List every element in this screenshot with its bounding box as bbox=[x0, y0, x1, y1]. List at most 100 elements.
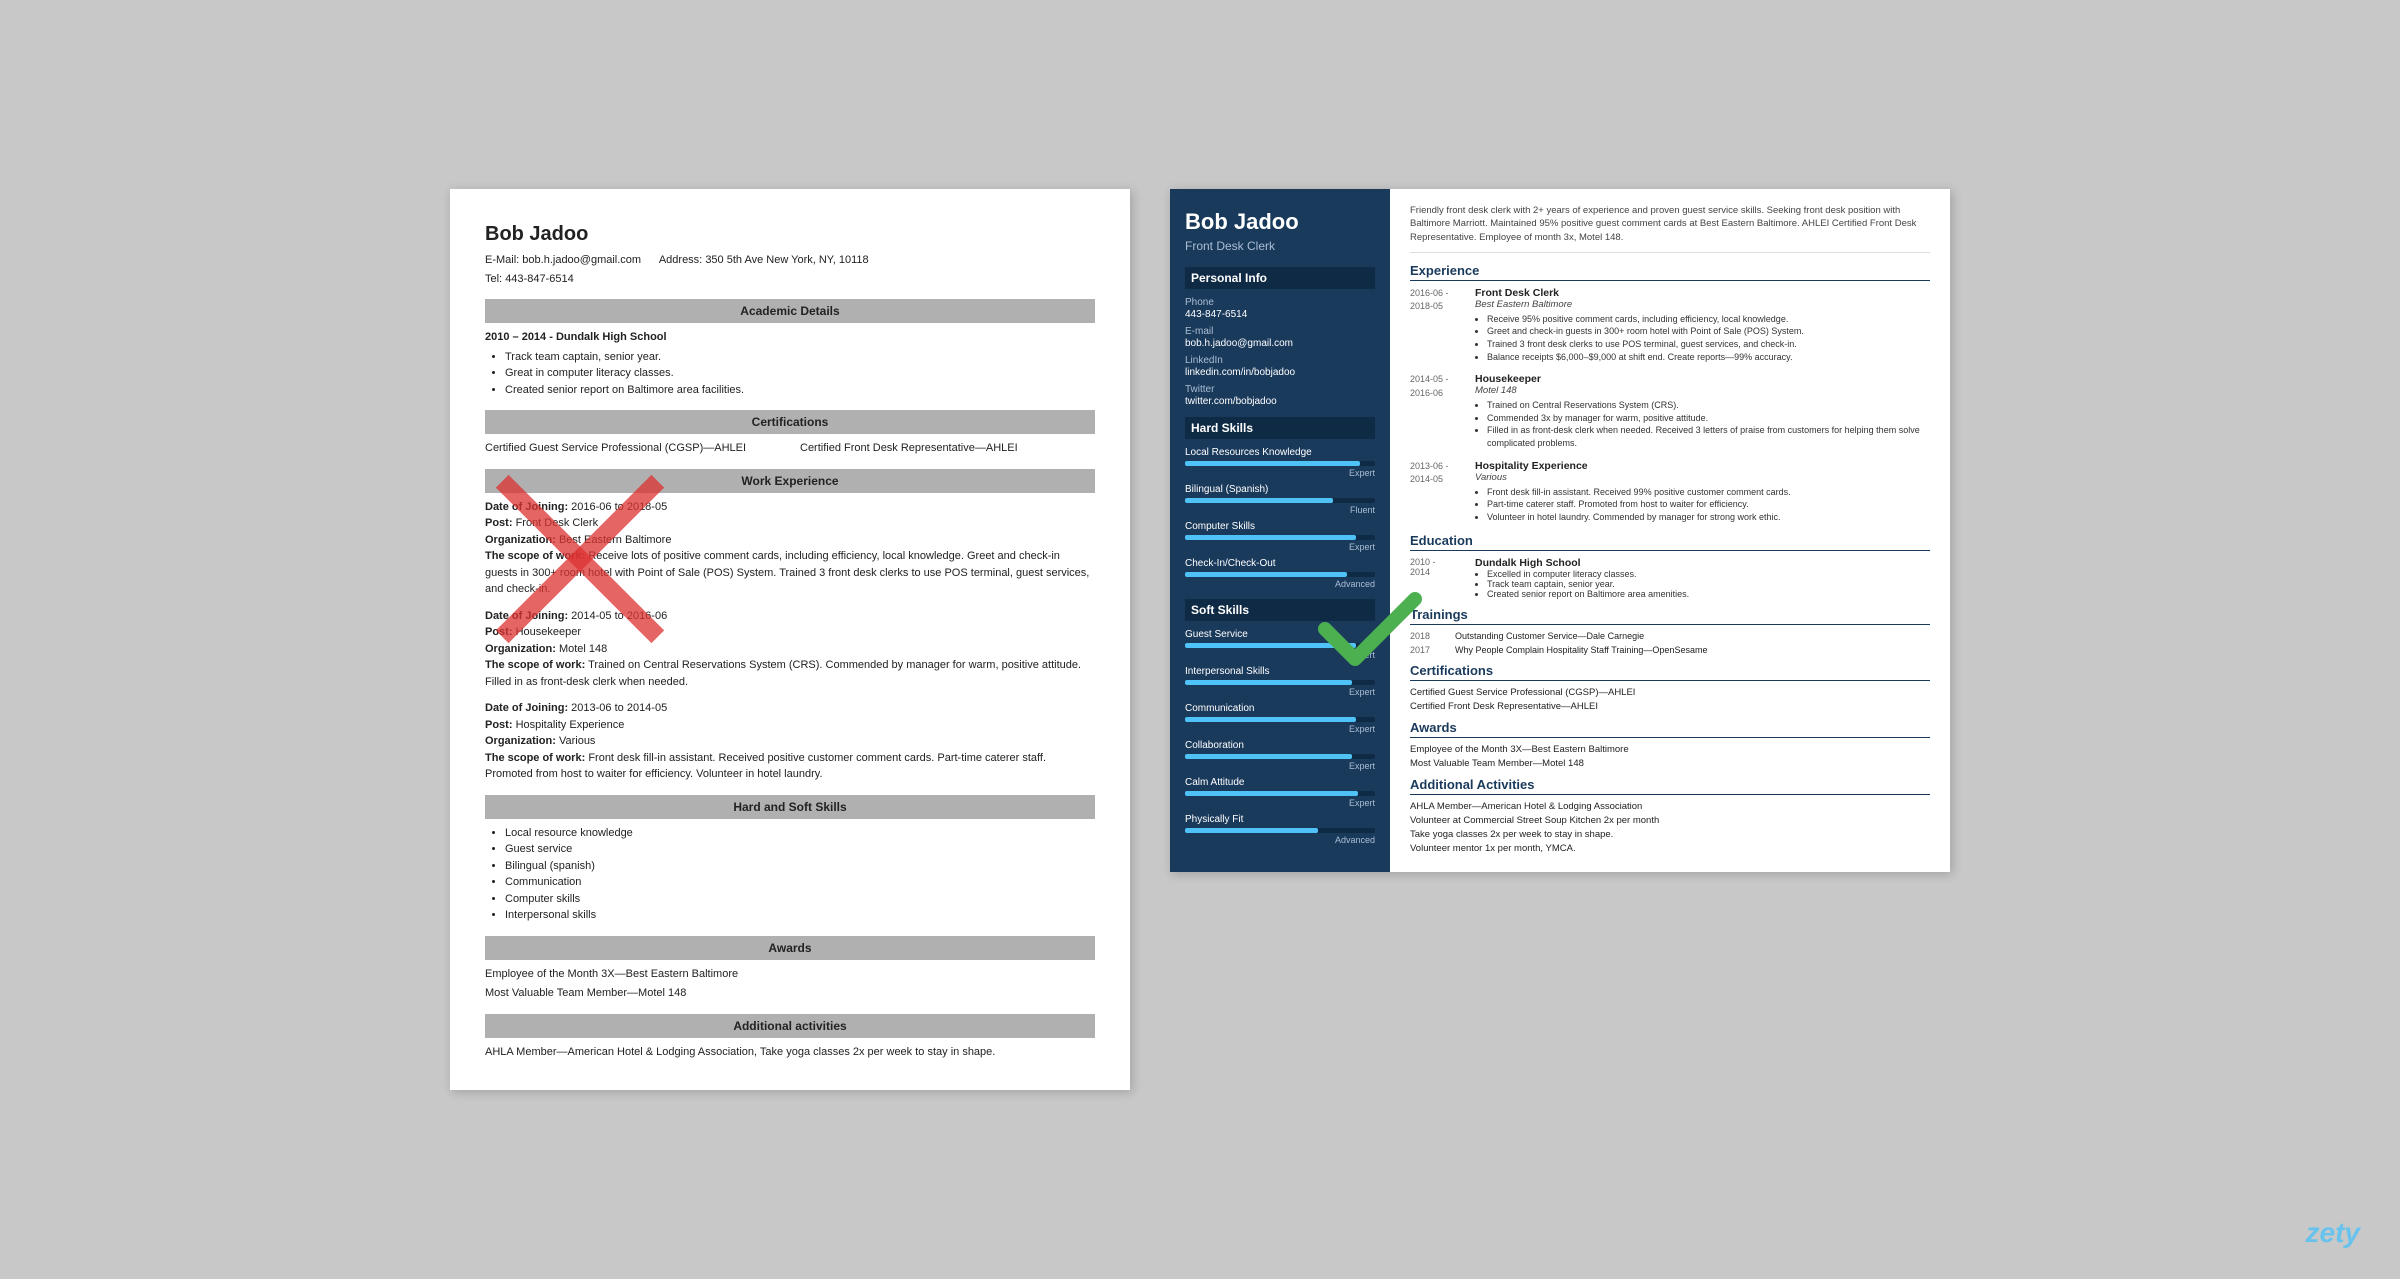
list-item: Guest service bbox=[505, 841, 1095, 858]
resume-sidebar: Bob Jadoo Front Desk Clerk Personal Info… bbox=[1170, 189, 1390, 872]
exp-dates-0: 2016-06 - 2018-05 bbox=[1410, 287, 1465, 363]
list-item: Volunteer in hotel laundry. Commended by… bbox=[1487, 511, 1791, 524]
edu-end-0: 2014 bbox=[1410, 567, 1430, 577]
company-2: Various bbox=[1475, 472, 1791, 483]
list-item: Front desk fill-in assistant. Received 9… bbox=[1487, 486, 1791, 499]
work-entry-2: Date of Joining: 2014-05 to 2016-06 Post… bbox=[485, 608, 1095, 691]
post-label: Post: bbox=[485, 517, 513, 529]
work-org-3: Organization: Various bbox=[485, 733, 1095, 750]
exp-dates-1: 2014-05 - 2016-06 bbox=[1410, 373, 1465, 449]
exp-end-1: 2016-06 bbox=[1410, 388, 1443, 398]
org-label: Organization: bbox=[485, 735, 556, 747]
list-item: Trained 3 front desk clerks to use POS t… bbox=[1487, 338, 1804, 351]
activity-item-2: Take yoga classes 2x per week to stay in… bbox=[1410, 829, 1930, 840]
activity-item-0: AHLA Member—American Hotel & Lodging Ass… bbox=[1410, 801, 1930, 812]
skill-bar-bg-8 bbox=[1185, 791, 1375, 796]
date-value: 2016-06 to 2018-05 bbox=[571, 501, 667, 513]
address-label: Address: bbox=[659, 254, 702, 266]
work-post-3: Post: Hospitality Experience bbox=[485, 717, 1095, 734]
training-year-1: 2017 bbox=[1410, 645, 1445, 655]
skill-name-1: Bilingual (Spanish) bbox=[1185, 484, 1375, 495]
additional-text: AHLA Member—American Hotel & Lodging Ass… bbox=[485, 1044, 1095, 1061]
certifications-title: Certifications bbox=[1410, 663, 1930, 681]
exp-bullets-1: Trained on Central Reservations System (… bbox=[1487, 399, 1930, 449]
work-org-1: Organization: Best Eastern Baltimore bbox=[485, 532, 1095, 549]
job-title-1: Housekeeper bbox=[1475, 373, 1930, 385]
exp-bullets-0: Receive 95% positive comment cards, incl… bbox=[1487, 313, 1804, 363]
training-entry-1: 2017 Why People Complain Hospitality Sta… bbox=[1410, 645, 1930, 655]
trainings-title: Trainings bbox=[1410, 607, 1930, 625]
list-item: Great in computer literacy classes. bbox=[505, 365, 1095, 382]
skill-bar-bg-5 bbox=[1185, 680, 1375, 685]
right-name: Bob Jadoo bbox=[1185, 209, 1375, 235]
skills-list: Local resource knowledge Guest service B… bbox=[505, 825, 1095, 924]
tel-value: 443-847-6514 bbox=[505, 273, 574, 285]
exp-details-1: Housekeeper Motel 148 Trained on Central… bbox=[1475, 373, 1930, 449]
skill-bar-bg-1 bbox=[1185, 498, 1375, 503]
activity-item-3: Volunteer mentor 1x per month, YMCA. bbox=[1410, 843, 1930, 854]
awards-header: Awards bbox=[485, 936, 1095, 960]
skill-bar-bg-2 bbox=[1185, 535, 1375, 540]
cert-item-0: Certified Guest Service Professional (CG… bbox=[1410, 687, 1930, 698]
cert2: Certified Front Desk Representative—AHLE… bbox=[800, 440, 1095, 457]
work-entry-1: Date of Joining: 2016-06 to 2018-05 Post… bbox=[485, 499, 1095, 598]
award-item-1: Most Valuable Team Member—Motel 148 bbox=[1410, 758, 1930, 769]
skill-name-3: Check-In/Check-Out bbox=[1185, 558, 1375, 569]
skill-name-7: Collaboration bbox=[1185, 740, 1375, 751]
address-value: 350 5th Ave New York, NY, 10118 bbox=[705, 254, 868, 266]
email-label: E-Mail: bbox=[485, 254, 519, 266]
list-item: Balance receipts $6,000–$9,000 at shift … bbox=[1487, 351, 1804, 364]
skill-name-9: Physically Fit bbox=[1185, 814, 1375, 825]
edu-entry-0: 2010 - 2014 Dundalk High School Excelled… bbox=[1410, 557, 1930, 599]
skill-bar-bg-3 bbox=[1185, 572, 1375, 577]
scope-label: The scope of work: bbox=[485, 659, 585, 671]
linkedin-label: LinkedIn bbox=[1185, 355, 1375, 366]
date-value: 2014-05 to 2016-06 bbox=[571, 610, 667, 622]
date-label: Date of Joining: bbox=[485, 610, 568, 622]
edu-details-0: Dundalk High School Excelled in computer… bbox=[1475, 557, 1689, 599]
right-title: Front Desk Clerk bbox=[1185, 239, 1375, 253]
exp-dates-2: 2013-06 - 2014-05 bbox=[1410, 460, 1465, 524]
training-year-0: 2018 bbox=[1410, 631, 1445, 641]
cert1: Certified Guest Service Professional (CG… bbox=[485, 440, 780, 457]
experience-title: Experience bbox=[1410, 263, 1930, 281]
work-date-1: Date of Joining: 2016-06 to 2018-05 bbox=[485, 499, 1095, 516]
academic-bullets: Track team captain, senior year. Great i… bbox=[505, 349, 1095, 399]
soft-skills-title: Soft Skills bbox=[1185, 599, 1375, 621]
skill-name-8: Calm Attitude bbox=[1185, 777, 1375, 788]
left-contact-email: E-Mail: bob.h.jadoo@gmail.com Address: 3… bbox=[485, 252, 1095, 269]
company-0: Best Eastern Baltimore bbox=[1475, 299, 1804, 310]
list-item: Track team captain, senior year. bbox=[505, 349, 1095, 366]
post-label: Post: bbox=[485, 719, 513, 731]
cert-header: Certifications bbox=[485, 410, 1095, 434]
skill-bar-fill-6 bbox=[1185, 717, 1356, 722]
skill-level-8: Expert bbox=[1185, 798, 1375, 808]
cert-item-1: Certified Front Desk Representative—AHLE… bbox=[1410, 701, 1930, 712]
list-item: Greet and check-in guests in 300+ room h… bbox=[1487, 325, 1804, 338]
job-title-0: Front Desk Clerk bbox=[1475, 287, 1804, 299]
list-item: Part-time caterer staff. Promoted from h… bbox=[1487, 498, 1791, 511]
awards-title: Awards bbox=[1410, 720, 1930, 738]
skill-bar-fill-2 bbox=[1185, 535, 1356, 540]
list-item: Communication bbox=[505, 874, 1095, 891]
additional-title: Additional Activities bbox=[1410, 777, 1930, 795]
scope-label: The scope of work: bbox=[485, 752, 585, 764]
work-post-1: Post: Front Desk Clerk bbox=[485, 515, 1095, 532]
list-item: Excelled in computer literacy classes. bbox=[1487, 569, 1689, 579]
skill-name-5: Interpersonal Skills bbox=[1185, 666, 1375, 677]
twitter-value: twitter.com/bobjadoo bbox=[1185, 396, 1375, 407]
training-name-1: Why People Complain Hospitality Staff Tr… bbox=[1455, 645, 1707, 655]
skill-name-4: Guest Service bbox=[1185, 629, 1375, 640]
skill-bar-fill-3 bbox=[1185, 572, 1347, 577]
skill-bar-fill-0 bbox=[1185, 461, 1360, 466]
email-label: E-mail bbox=[1185, 326, 1375, 337]
skill-level-5: Expert bbox=[1185, 687, 1375, 697]
personal-info-title: Personal Info bbox=[1185, 267, 1375, 289]
list-item: Local resource knowledge bbox=[505, 825, 1095, 842]
list-item: Commended 3x by manager for warm, positi… bbox=[1487, 412, 1930, 425]
list-item: Interpersonal skills bbox=[505, 907, 1095, 924]
exp-entry-2: 2013-06 - 2014-05 Hospitality Experience… bbox=[1410, 460, 1930, 524]
resume-right: Bob Jadoo Front Desk Clerk Personal Info… bbox=[1170, 189, 1950, 872]
award-item-0: Employee of the Month 3X—Best Eastern Ba… bbox=[1410, 744, 1930, 755]
date-value: 2013-06 to 2014-05 bbox=[571, 702, 667, 714]
